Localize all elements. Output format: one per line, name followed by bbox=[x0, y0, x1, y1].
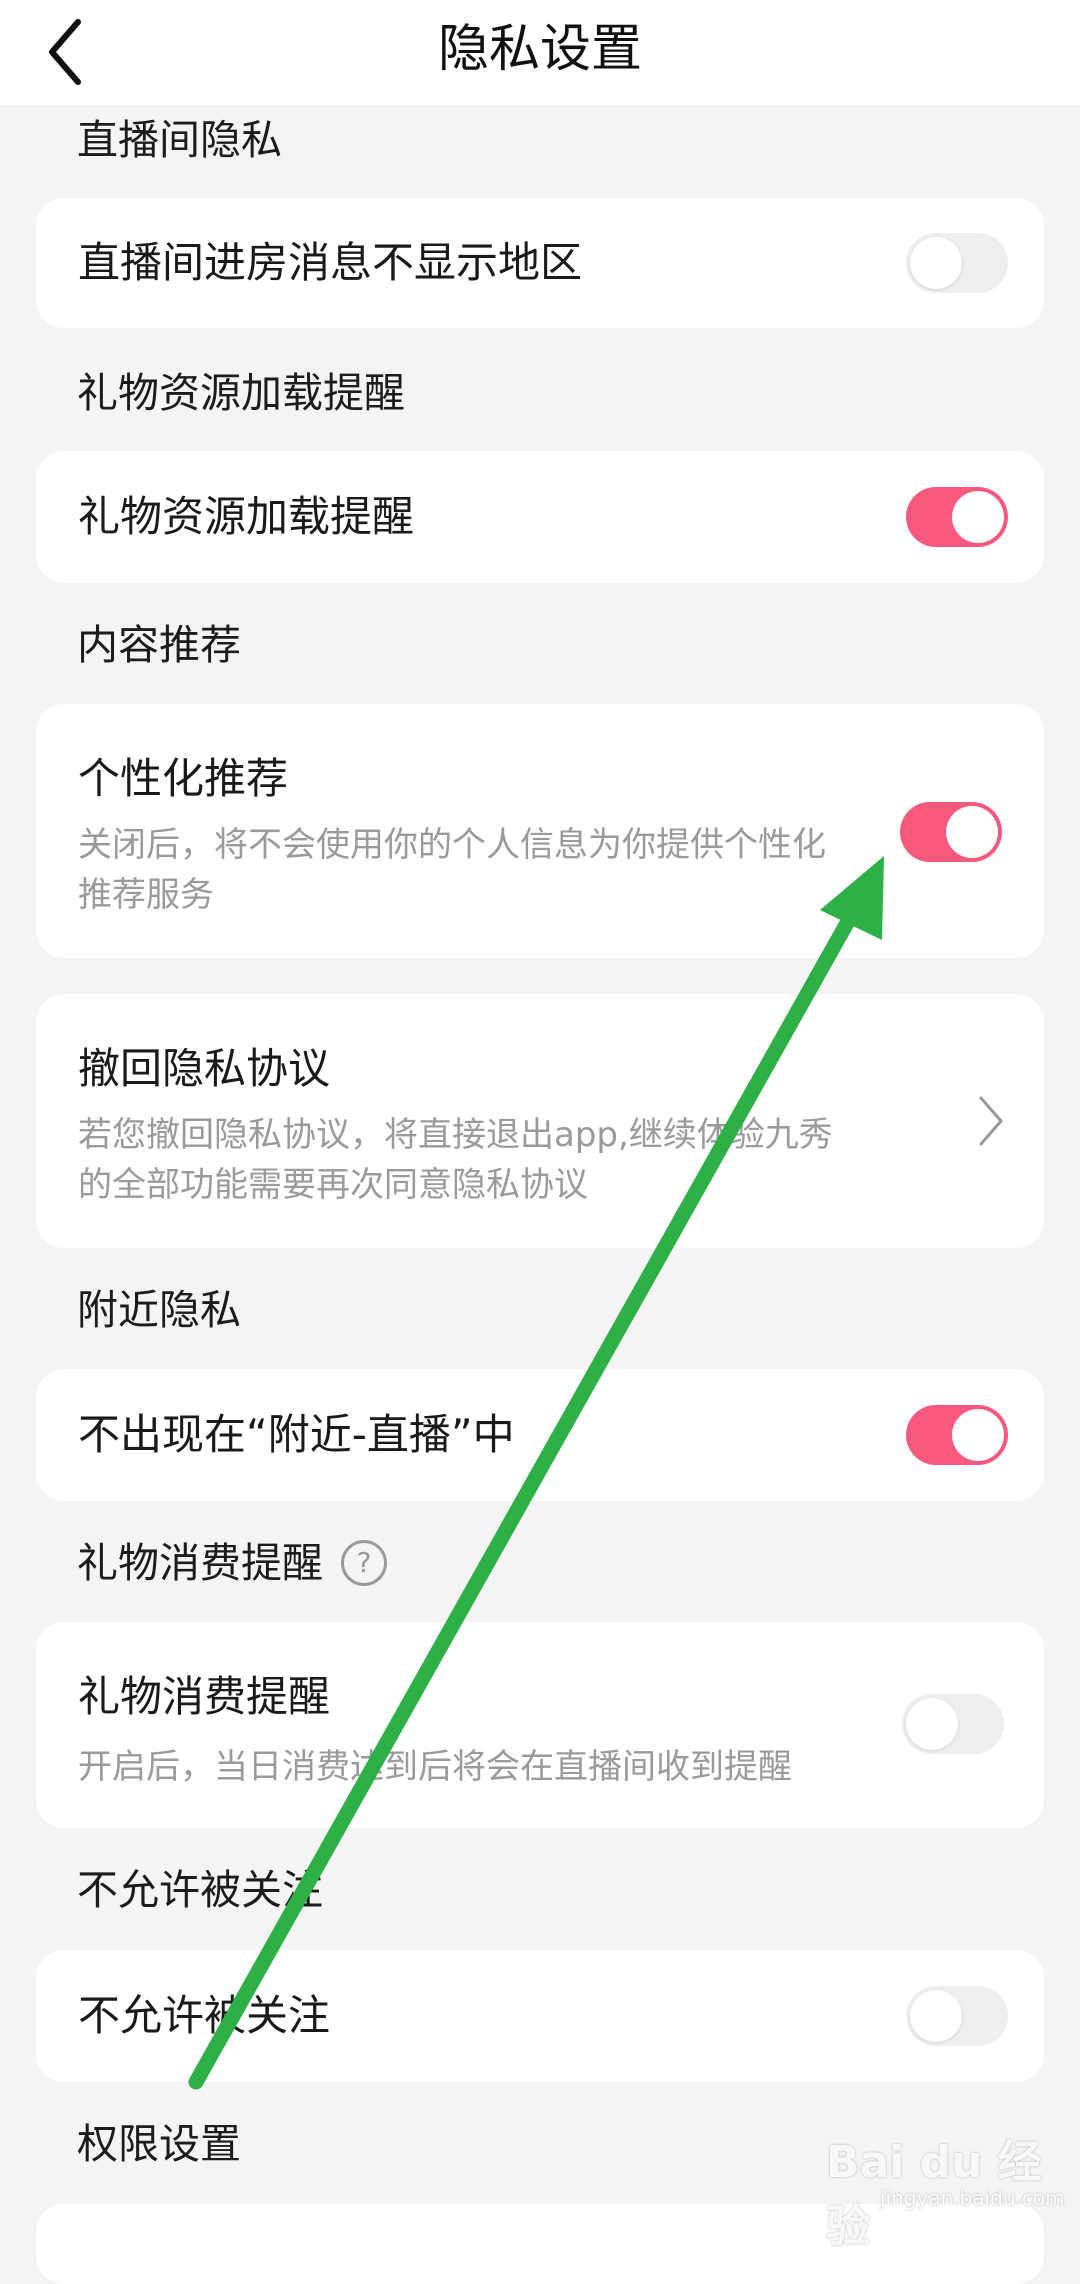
setting-personalized-desc: 关闭后，将不会使用你的个人信息为你提供个性化推荐服务 bbox=[78, 825, 826, 915]
section-gift-spend-label: 礼物消费提醒 bbox=[77, 1539, 323, 1587]
setting-no-follow: 不允许被关注 bbox=[36, 1950, 1044, 2082]
chevron-right-icon bbox=[979, 1096, 1003, 1146]
setting-hide-region: 直播间进房消息不显示地区 bbox=[36, 198, 1044, 328]
section-permissions: 权限设置 bbox=[77, 2120, 241, 2168]
no-follow-toggle[interactable] bbox=[906, 1986, 1008, 2046]
setting-nearby: 不出现在“附近-直播”中 bbox=[36, 1369, 1044, 1501]
gift-spend-toggle[interactable] bbox=[902, 1694, 1004, 1754]
section-gift-loading: 礼物资源加载提醒 bbox=[77, 369, 405, 417]
nearby-toggle[interactable] bbox=[906, 1405, 1008, 1465]
hide-region-toggle[interactable] bbox=[906, 233, 1008, 293]
setting-gift-spend-desc: 开启后，当日消费达到后将会在直播间收到提醒 bbox=[78, 1747, 792, 1787]
page-title: 隐私设置 bbox=[437, 20, 642, 79]
section-no-follow: 不允许被关注 bbox=[77, 1866, 323, 1914]
setting-hide-region-label: 直播间进房消息不显示地区 bbox=[78, 238, 583, 287]
setting-personalized-label: 个性化推荐 bbox=[78, 754, 289, 803]
gift-loading-toggle[interactable] bbox=[906, 487, 1008, 547]
personalized-toggle[interactable] bbox=[900, 802, 1002, 862]
setting-personalized: 个性化推荐 关闭后，将不会使用你的个人信息为你提供个性化推荐服务 bbox=[36, 704, 1044, 958]
section-gift-spend: 礼物消费提醒 ? bbox=[77, 1533, 387, 1593]
setting-no-follow-label: 不允许被关注 bbox=[78, 1991, 331, 2040]
setting-revoke-label: 撤回隐私协议 bbox=[78, 1044, 331, 1093]
watermark-url: jingyan.baidu.com bbox=[880, 2186, 1065, 2210]
section-live-privacy: 直播间隐私 bbox=[77, 116, 282, 164]
section-content-recommend: 内容推荐 bbox=[77, 621, 241, 669]
section-nearby-privacy: 附近隐私 bbox=[77, 1286, 241, 1334]
setting-gift-loading: 礼物资源加载提醒 bbox=[36, 451, 1044, 583]
setting-revoke-desc: 若您撤回隐私协议，将直接退出app,继续体验九秀的全部功能需要再次同意隐私协议 bbox=[78, 1115, 833, 1205]
setting-gift-loading-label: 礼物资源加载提醒 bbox=[78, 492, 415, 541]
setting-revoke-privacy[interactable]: 撤回隐私协议 若您撤回隐私协议，将直接退出app,继续体验九秀的全部功能需要再次… bbox=[36, 994, 1044, 1248]
top-bar: 隐私设置 bbox=[0, 0, 1080, 105]
setting-gift-spend: 礼物消费提醒 开启后，当日消费达到后将会在直播间收到提醒 bbox=[36, 1622, 1044, 1828]
setting-gift-spend-label: 礼物消费提醒 bbox=[78, 1672, 331, 1721]
help-icon[interactable]: ? bbox=[341, 1540, 387, 1586]
setting-nearby-label: 不出现在“附近-直播”中 bbox=[78, 1410, 515, 1459]
